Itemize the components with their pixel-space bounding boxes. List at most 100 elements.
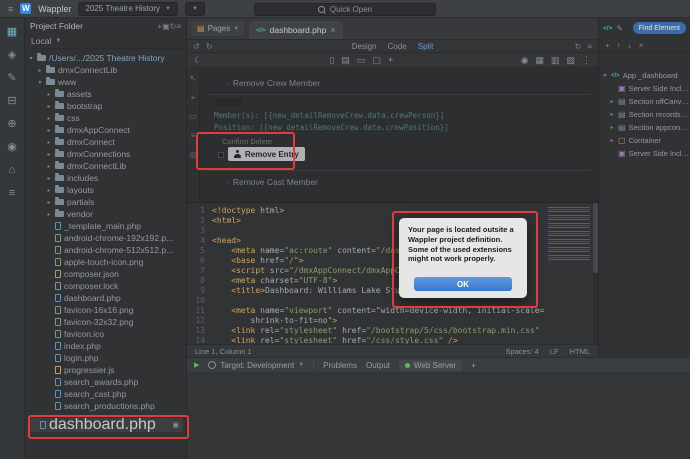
add-panel-button[interactable]: + <box>471 361 476 370</box>
tree-item[interactable]: composer.lock <box>25 280 186 292</box>
device-laptop-icon[interactable]: ▭ <box>357 55 366 65</box>
code-line[interactable]: 14 <link rel="stylesheet" href="/css/sty… <box>187 336 544 344</box>
tree-item[interactable]: dashboard.php <box>25 292 186 304</box>
app-tree-item[interactable]: ▸ ▤ Section offCanva... <box>599 95 690 108</box>
checkbox[interactable] <box>218 152 224 158</box>
new-folder-icon[interactable]: ▣ <box>162 22 170 31</box>
undo-icon[interactable]: ↺ <box>193 42 200 51</box>
tree-item[interactable]: favicon-32x32.png <box>25 316 186 328</box>
git-icon[interactable]: ⌂ <box>9 165 16 176</box>
panel-options-icon[interactable]: ≡ <box>176 22 181 31</box>
tree-item[interactable]: search_cast.php <box>25 388 186 400</box>
columns-view-icon[interactable]: ▥ <box>551 55 560 65</box>
tree-item[interactable]: ▸ layouts <box>25 184 186 196</box>
design-icon[interactable]: ✎ <box>7 73 16 84</box>
tree-item[interactable]: ▸ dmxAppConnect <box>25 124 186 136</box>
tree-item[interactable]: ▸ includes <box>25 172 186 184</box>
tree-item[interactable]: composer.json <box>25 268 186 280</box>
pages-icon[interactable]: ◈ <box>8 50 16 61</box>
text-tool-icon[interactable]: ≡ <box>191 131 196 140</box>
redo-icon[interactable]: ↻ <box>206 42 213 51</box>
app-tree-item[interactable]: ▸ ▤ Section recordse... <box>599 108 690 121</box>
tree-item[interactable]: android-chrome-192x192.p... <box>25 232 186 244</box>
target-selector[interactable]: Target: Development ▼ <box>208 361 304 370</box>
find-element-button[interactable]: Find Element <box>632 22 686 34</box>
menu-icon[interactable]: ≡ <box>8 4 13 14</box>
code-view[interactable]: 1 <!doctype html> 2 <html> 3 4 <head> 5 <meta n… <box>187 203 598 344</box>
tree-item[interactable]: ▸ dmxConnections <box>25 148 186 160</box>
app-tree-item[interactable]: ▾ </> App _dashboard <box>599 69 690 82</box>
device-phone-icon[interactable]: ▯ <box>329 55 334 65</box>
tree-item[interactable]: favicon.ico <box>25 328 186 340</box>
history-icon[interactable]: ↻ <box>575 42 582 51</box>
project-selector[interactable]: 2025 Theatre History ▼ <box>78 1 178 16</box>
workspace-selector[interactable]: ▼ <box>184 1 205 16</box>
add-element-icon[interactable]: + <box>605 41 610 50</box>
tree-item[interactable]: index.php <box>25 340 186 352</box>
responsive-target-icon[interactable]: + <box>388 55 393 65</box>
settings-icon[interactable]: ≡ <box>9 188 15 199</box>
bottom-tab-problems[interactable]: Problems <box>323 361 357 370</box>
view-mode-design[interactable]: Design <box>352 42 377 51</box>
close-icon[interactable]: × <box>330 25 335 35</box>
move-up-icon[interactable]: ↑ <box>617 41 621 50</box>
minimap[interactable] <box>548 207 590 263</box>
app-tree-item[interactable]: ▣ Server Side Inclu... <box>599 147 690 160</box>
insert-tool-icon[interactable]: + <box>191 93 196 102</box>
remove-entry-button[interactable]: Remove Entry <box>228 147 305 161</box>
tree-item[interactable]: dashboard.php ▣ <box>28 418 183 432</box>
server-connect-icon[interactable]: ⊕ <box>7 119 16 130</box>
tree-item[interactable]: favicon-16x16.png <box>25 304 186 316</box>
view-mode-split[interactable]: Split <box>418 42 434 51</box>
tree-item[interactable]: ▸ css <box>25 112 186 124</box>
preview-eye-icon[interactable]: ◉ <box>521 55 529 65</box>
code-line[interactable]: 1 <!doctype html> <box>187 206 544 216</box>
scope-selector[interactable]: Local ▼ <box>25 34 186 49</box>
app-tree-item[interactable]: ▣ Server Side Inclu... <box>599 82 690 95</box>
box-tool-icon[interactable]: ▭ <box>189 112 197 121</box>
tree-item[interactable]: search_productions.php <box>25 400 186 412</box>
tree-item[interactable]: ▾ www <box>25 76 186 88</box>
indent-setting[interactable]: Spaces: 4 <box>505 347 538 356</box>
tree-item[interactable]: apple-touch-icon.png <box>25 256 186 268</box>
dark-mode-toggle-icon[interactable]: ☾ <box>194 55 202 65</box>
eol-setting[interactable]: LF <box>550 347 559 356</box>
delete-element-icon[interactable]: × <box>639 41 644 50</box>
move-down-icon[interactable]: ↓ <box>628 41 632 50</box>
quick-open-button[interactable]: Quick Open <box>254 3 436 16</box>
grid-view-icon[interactable]: ▦ <box>535 55 544 65</box>
tree-item[interactable]: android-chrome-512x512.p... <box>25 244 186 256</box>
app-tree-item[interactable]: ▸ ▤ Section appconn... <box>599 121 690 134</box>
tree-item[interactable]: ▸ assets <box>25 88 186 100</box>
pages-dropdown[interactable]: ▤ Pages ▼ <box>192 21 245 36</box>
tree-item[interactable]: progressier.js <box>25 364 186 376</box>
code-line[interactable]: 13 <link rel="stylesheet" href="/bootstr… <box>187 326 544 336</box>
editor-options-icon[interactable]: ≡ <box>587 42 592 51</box>
tree-item[interactable]: ▸ dmxConnectLib <box>25 160 186 172</box>
tree-item[interactable]: login.php <box>25 352 186 364</box>
web-server-tab[interactable]: Web Server <box>398 359 463 371</box>
language-mode[interactable]: HTML <box>570 347 590 356</box>
code-line[interactable]: 11 <meta name="viewport" content="width=… <box>187 306 544 316</box>
tree-item[interactable]: ▸ partials <box>25 196 186 208</box>
app-tree-item[interactable]: ▸ ▢ Container <box>599 134 690 147</box>
pin-icon[interactable]: ▣ <box>172 421 179 429</box>
tree-item[interactable]: search_awards.php <box>25 376 186 388</box>
ok-button[interactable]: OK <box>414 277 512 291</box>
more-options-icon[interactable]: ⋮ <box>582 55 591 65</box>
zoom-tool-icon[interactable]: ◎ <box>190 150 197 159</box>
borders-view-icon[interactable]: ▧ <box>566 55 575 65</box>
device-tablet-icon[interactable]: ▤ <box>341 55 350 65</box>
tree-item[interactable]: ▸ dmxConnectLib <box>25 64 186 76</box>
tab-dashboard[interactable]: </> dashboard.php × <box>249 21 343 39</box>
tree-item[interactable]: ▸ vendor <box>25 208 186 220</box>
workflows-icon[interactable]: ◉ <box>7 142 17 153</box>
tree-item[interactable]: ▸ dmxConnect <box>25 136 186 148</box>
tree-item[interactable]: ▸ bootstrap <box>25 100 186 112</box>
tree-item[interactable]: _template_main.php <box>25 220 186 232</box>
select-tool-icon[interactable]: ↖ <box>190 74 197 83</box>
bottom-tab-output[interactable]: Output <box>366 361 390 370</box>
device-desktop-icon[interactable]: ▢ <box>372 55 381 65</box>
database-icon[interactable]: ⊟ <box>7 96 16 107</box>
code-line[interactable]: 12 shrink-to-fit=no"> <box>187 316 544 326</box>
